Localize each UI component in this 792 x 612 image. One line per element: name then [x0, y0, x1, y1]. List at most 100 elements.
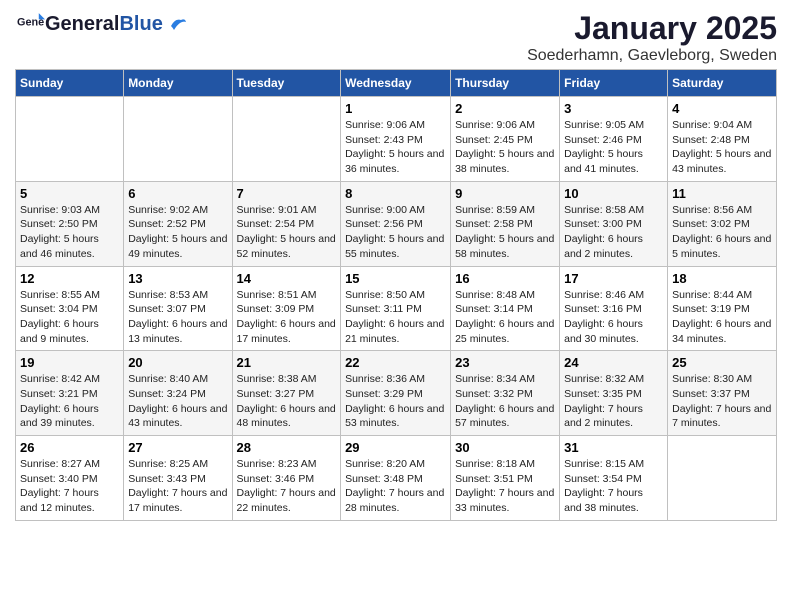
day-number: 25 — [672, 355, 772, 370]
day-number: 27 — [128, 440, 227, 455]
calendar-cell: 2 Sunrise: 9:06 AM Sunset: 2:45 PM Daylig… — [451, 97, 560, 182]
day-number: 13 — [128, 271, 227, 286]
header-saturday: Saturday — [668, 70, 777, 97]
days-header-row: Sunday Monday Tuesday Wednesday Thursday… — [16, 70, 777, 97]
day-info: Sunrise: 8:53 AM Sunset: 3:07 PM Dayligh… — [128, 288, 227, 347]
calendar-cell: 8 Sunrise: 9:00 AM Sunset: 2:56 PM Daylig… — [341, 181, 451, 266]
calendar-cell: 6Sunrise: 9:02 AM Sunset: 2:52 PM Daylig… — [124, 181, 232, 266]
calendar-cell: 28 Sunrise: 8:23 AM Sunset: 3:46 PM Dayli… — [232, 436, 341, 521]
calendar-cell — [124, 97, 232, 182]
day-number: 19 — [20, 355, 119, 370]
day-number: 20 — [128, 355, 227, 370]
header-monday: Monday — [124, 70, 232, 97]
calendar-cell — [668, 436, 777, 521]
logo-blue: Blue — [119, 13, 162, 35]
day-info: Sunrise: 8:27 AM Sunset: 3:40 PM Dayligh… — [20, 457, 119, 516]
day-number: 8 — [345, 186, 446, 201]
calendar-cell: 11 Sunrise: 8:56 AM Sunset: 3:02 PM Dayli… — [668, 181, 777, 266]
day-info: Sunrise: 8:18 AM Sunset: 3:51 PM Dayligh… — [455, 457, 555, 516]
header-wednesday: Wednesday — [341, 70, 451, 97]
logo-bird-icon — [169, 18, 187, 32]
day-info: Sunrise: 8:59 AM Sunset: 2:58 PM Dayligh… — [455, 203, 555, 262]
day-info: Sunrise: 8:25 AM Sunset: 3:43 PM Dayligh… — [128, 457, 227, 516]
calendar-cell: 1Sunrise: 9:06 AM Sunset: 2:43 PM Daylig… — [341, 97, 451, 182]
calendar-week-row: 12 Sunrise: 8:55 AM Sunset: 3:04 PM Dayli… — [16, 266, 777, 351]
day-info: Sunrise: 8:50 AM Sunset: 3:11 PM Dayligh… — [345, 288, 446, 347]
day-info: Sunrise: 8:51 AM Sunset: 3:09 PM Dayligh… — [237, 288, 337, 347]
day-number: 31 — [564, 440, 663, 455]
day-info: Sunrise: 8:55 AM Sunset: 3:04 PM Dayligh… — [20, 288, 119, 347]
day-number: 18 — [672, 271, 772, 286]
day-number: 21 — [237, 355, 337, 370]
calendar-cell: 20 Sunrise: 8:40 AM Sunset: 3:24 PM Dayli… — [124, 351, 232, 436]
calendar-cell — [16, 97, 124, 182]
day-number: 30 — [455, 440, 555, 455]
calendar-cell: 7Sunrise: 9:01 AM Sunset: 2:54 PM Daylig… — [232, 181, 341, 266]
calendar-title: January 2025 — [527, 10, 777, 47]
header-tuesday: Tuesday — [232, 70, 341, 97]
calendar-cell: 29 Sunrise: 8:20 AM Sunset: 3:48 PM Dayli… — [341, 436, 451, 521]
calendar-week-row: 19 Sunrise: 8:42 AM Sunset: 3:21 PM Dayli… — [16, 351, 777, 436]
day-number: 5 — [20, 186, 119, 201]
day-number: 14 — [237, 271, 337, 286]
calendar-week-row: 5 Sunrise: 9:03 AM Sunset: 2:50 PM Daylig… — [16, 181, 777, 266]
calendar-cell: 16Sunrise: 8:48 AM Sunset: 3:14 PM Dayli… — [451, 266, 560, 351]
day-number: 16 — [455, 271, 555, 286]
day-info: Sunrise: 9:06 AM Sunset: 2:45 PM Dayligh… — [455, 118, 555, 177]
calendar-cell: 22 Sunrise: 8:36 AM Sunset: 3:29 PM Dayli… — [341, 351, 451, 436]
calendar-cell: 18 Sunrise: 8:44 AM Sunset: 3:19 PM Dayli… — [668, 266, 777, 351]
day-info: Sunrise: 8:36 AM Sunset: 3:29 PM Dayligh… — [345, 372, 446, 431]
title-block: January 2025 Soederhamn, Gaevleborg, Swe… — [527, 10, 777, 65]
day-number: 12 — [20, 271, 119, 286]
day-number: 2 — [455, 101, 555, 116]
calendar-cell: 4Sunrise: 9:04 AM Sunset: 2:48 PM Daylig… — [668, 97, 777, 182]
day-info: Sunrise: 8:40 AM Sunset: 3:24 PM Dayligh… — [128, 372, 227, 431]
calendar-cell: 10Sunrise: 8:58 AM Sunset: 3:00 PM Dayli… — [560, 181, 668, 266]
day-number: 10 — [564, 186, 663, 201]
day-number: 28 — [237, 440, 337, 455]
calendar-cell: 23 Sunrise: 8:34 AM Sunset: 3:32 PM Dayli… — [451, 351, 560, 436]
day-number: 3 — [564, 101, 663, 116]
day-info: Sunrise: 9:03 AM Sunset: 2:50 PM Dayligh… — [20, 203, 119, 262]
calendar-cell — [232, 97, 341, 182]
day-info: Sunrise: 9:04 AM Sunset: 2:48 PM Dayligh… — [672, 118, 772, 177]
day-number: 11 — [672, 186, 772, 201]
calendar-cell: 17 Sunrise: 8:46 AM Sunset: 3:16 PM Dayli… — [560, 266, 668, 351]
calendar-cell: 24 Sunrise: 8:32 AM Sunset: 3:35 PM Dayli… — [560, 351, 668, 436]
day-info: Sunrise: 9:00 AM Sunset: 2:56 PM Dayligh… — [345, 203, 446, 262]
day-info: Sunrise: 8:46 AM Sunset: 3:16 PM Dayligh… — [564, 288, 663, 347]
calendar-cell: 15 Sunrise: 8:50 AM Sunset: 3:11 PM Dayli… — [341, 266, 451, 351]
day-number: 22 — [345, 355, 446, 370]
day-number: 23 — [455, 355, 555, 370]
day-info: Sunrise: 8:15 AM Sunset: 3:54 PM Dayligh… — [564, 457, 663, 516]
day-info: Sunrise: 8:23 AM Sunset: 3:46 PM Dayligh… — [237, 457, 337, 516]
day-number: 26 — [20, 440, 119, 455]
day-number: 24 — [564, 355, 663, 370]
calendar-cell: 21Sunrise: 8:38 AM Sunset: 3:27 PM Dayli… — [232, 351, 341, 436]
day-number: 17 — [564, 271, 663, 286]
calendar-table: Sunday Monday Tuesday Wednesday Thursday… — [15, 69, 777, 521]
calendar-cell: 30 Sunrise: 8:18 AM Sunset: 3:51 PM Dayli… — [451, 436, 560, 521]
day-info: Sunrise: 8:44 AM Sunset: 3:19 PM Dayligh… — [672, 288, 772, 347]
day-number: 6 — [128, 186, 227, 201]
day-info: Sunrise: 8:42 AM Sunset: 3:21 PM Dayligh… — [20, 372, 119, 431]
day-info: Sunrise: 8:56 AM Sunset: 3:02 PM Dayligh… — [672, 203, 772, 262]
logo-icon: General — [17, 10, 45, 38]
calendar-cell: 14 Sunrise: 8:51 AM Sunset: 3:09 PM Dayli… — [232, 266, 341, 351]
calendar-cell: 25 Sunrise: 8:30 AM Sunset: 3:37 PM Dayli… — [668, 351, 777, 436]
day-number: 29 — [345, 440, 446, 455]
calendar-cell: 9Sunrise: 8:59 AM Sunset: 2:58 PM Daylig… — [451, 181, 560, 266]
header-thursday: Thursday — [451, 70, 560, 97]
day-number: 15 — [345, 271, 446, 286]
calendar-cell: 26 Sunrise: 8:27 AM Sunset: 3:40 PM Dayli… — [16, 436, 124, 521]
day-info: Sunrise: 8:30 AM Sunset: 3:37 PM Dayligh… — [672, 372, 772, 431]
day-info: Sunrise: 8:20 AM Sunset: 3:48 PM Dayligh… — [345, 457, 446, 516]
calendar-cell: 19 Sunrise: 8:42 AM Sunset: 3:21 PM Dayli… — [16, 351, 124, 436]
calendar-cell: 13 Sunrise: 8:53 AM Sunset: 3:07 PM Dayli… — [124, 266, 232, 351]
day-info: Sunrise: 8:34 AM Sunset: 3:32 PM Dayligh… — [455, 372, 555, 431]
logo: General GeneralBlue — [15, 10, 187, 38]
logo-general: General — [45, 13, 119, 35]
day-info: Sunrise: 9:06 AM Sunset: 2:43 PM Dayligh… — [345, 118, 446, 177]
day-info: Sunrise: 8:32 AM Sunset: 3:35 PM Dayligh… — [564, 372, 663, 431]
calendar-cell: 5 Sunrise: 9:03 AM Sunset: 2:50 PM Daylig… — [16, 181, 124, 266]
